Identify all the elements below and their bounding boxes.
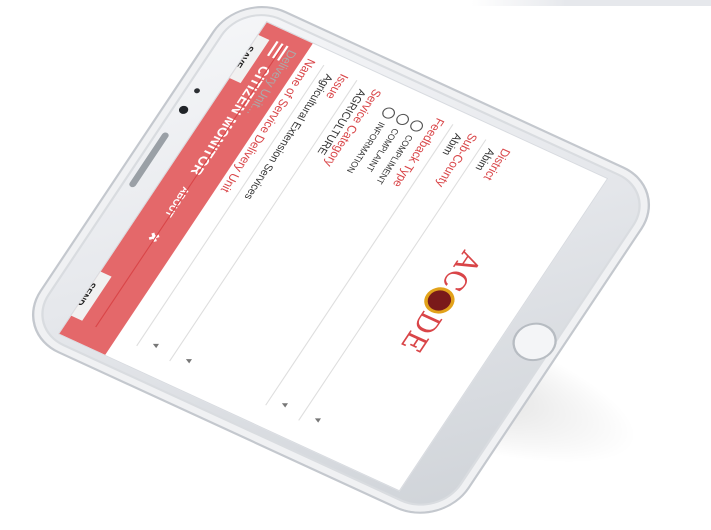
background-shade — [471, 0, 711, 6]
